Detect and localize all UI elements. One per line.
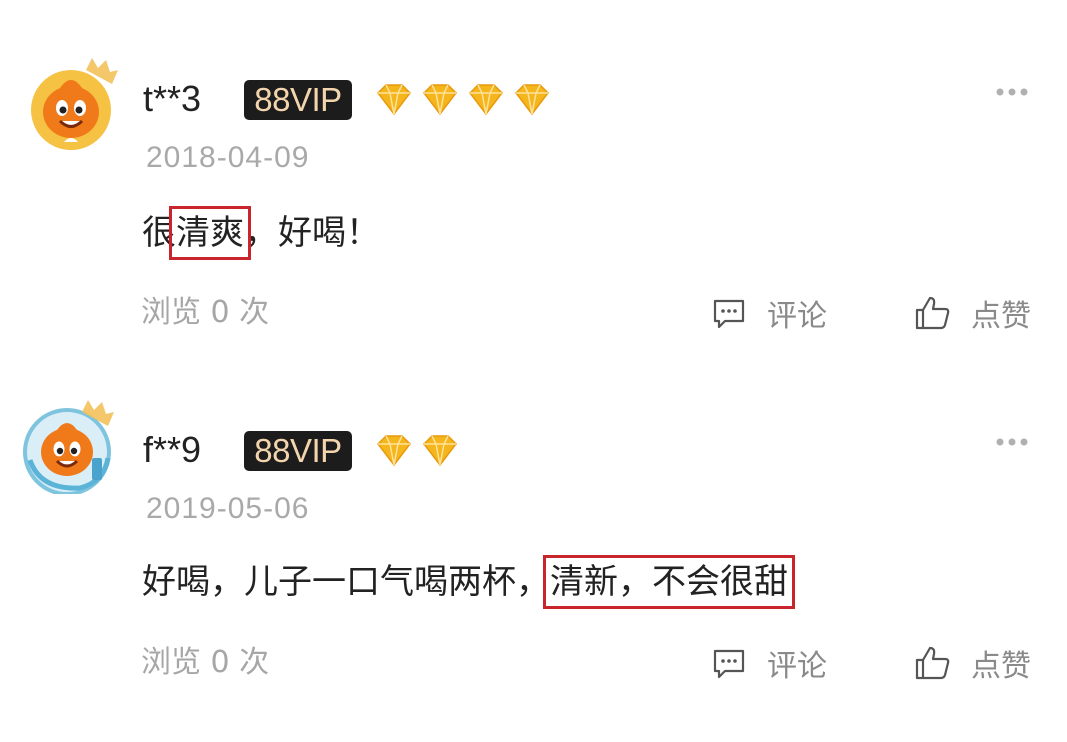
comment-label: 评论 — [767, 649, 827, 684]
view-count: 浏览 0 次 — [141, 295, 270, 330]
like-button[interactable]: 点赞 — [913, 293, 1031, 334]
highlighted-keyword: 清新，不会很甜 — [543, 555, 795, 609]
vip-badge: 88VIP — [244, 80, 352, 120]
username[interactable]: t**3 — [143, 77, 201, 121]
comment-button[interactable]: 评论 — [711, 643, 827, 684]
review-text: 好喝，儿子一口气喝两杯， — [142, 562, 550, 602]
review-date: 2019-05-06 — [146, 492, 310, 525]
username[interactable]: f**9 — [143, 428, 201, 472]
comment-button[interactable]: 评论 — [711, 293, 827, 334]
more-dots-icon — [996, 88, 1028, 96]
view-count: 浏览 0 次 — [141, 645, 270, 680]
highlighted-keyword: 清爽 — [169, 206, 251, 260]
review-item: f**9 88VIP 2019-05-06 好喝，儿子一口气喝两杯，清新，不会很… — [0, 350, 1067, 700]
like-label: 点赞 — [971, 299, 1031, 334]
review-text: ，好喝！ — [244, 213, 380, 253]
comment-label: 评论 — [767, 299, 827, 334]
diamond-icon — [469, 84, 503, 116]
user-avatar[interactable] — [26, 58, 120, 152]
review-date: 2018-04-09 — [146, 141, 310, 174]
more-options-button[interactable] — [992, 82, 1032, 102]
review-content: 好喝，儿子一口气喝两杯，清新，不会很甜 — [142, 555, 795, 609]
vip-badge: 88VIP — [244, 431, 352, 471]
comment-bubble-icon — [713, 649, 745, 679]
thumbs-up-icon — [915, 296, 950, 330]
vip-level-diamonds — [372, 431, 462, 471]
review-item: t**3 88VIP 2018-04-09 很清爽，好喝！ 浏览 0 次 评论 — [0, 0, 1067, 350]
diamond-icon — [423, 84, 457, 116]
more-options-button[interactable] — [992, 432, 1032, 452]
diamond-icon — [515, 84, 549, 116]
avatar-mascot-icon — [31, 58, 118, 150]
user-avatar[interactable] — [20, 400, 114, 494]
vip-level-diamonds — [372, 80, 554, 120]
review-content: 很清爽，好喝！ — [142, 206, 380, 260]
diamond-icon — [423, 435, 457, 467]
like-button[interactable]: 点赞 — [913, 643, 1031, 684]
like-label: 点赞 — [971, 649, 1031, 684]
thumbs-up-icon — [915, 646, 950, 680]
more-dots-icon — [996, 438, 1028, 446]
review-text: 很 — [142, 213, 176, 253]
diamond-icon — [377, 84, 411, 116]
avatar-mascot-icon — [23, 400, 114, 494]
diamond-icon — [377, 435, 411, 467]
comment-bubble-icon — [713, 299, 745, 329]
